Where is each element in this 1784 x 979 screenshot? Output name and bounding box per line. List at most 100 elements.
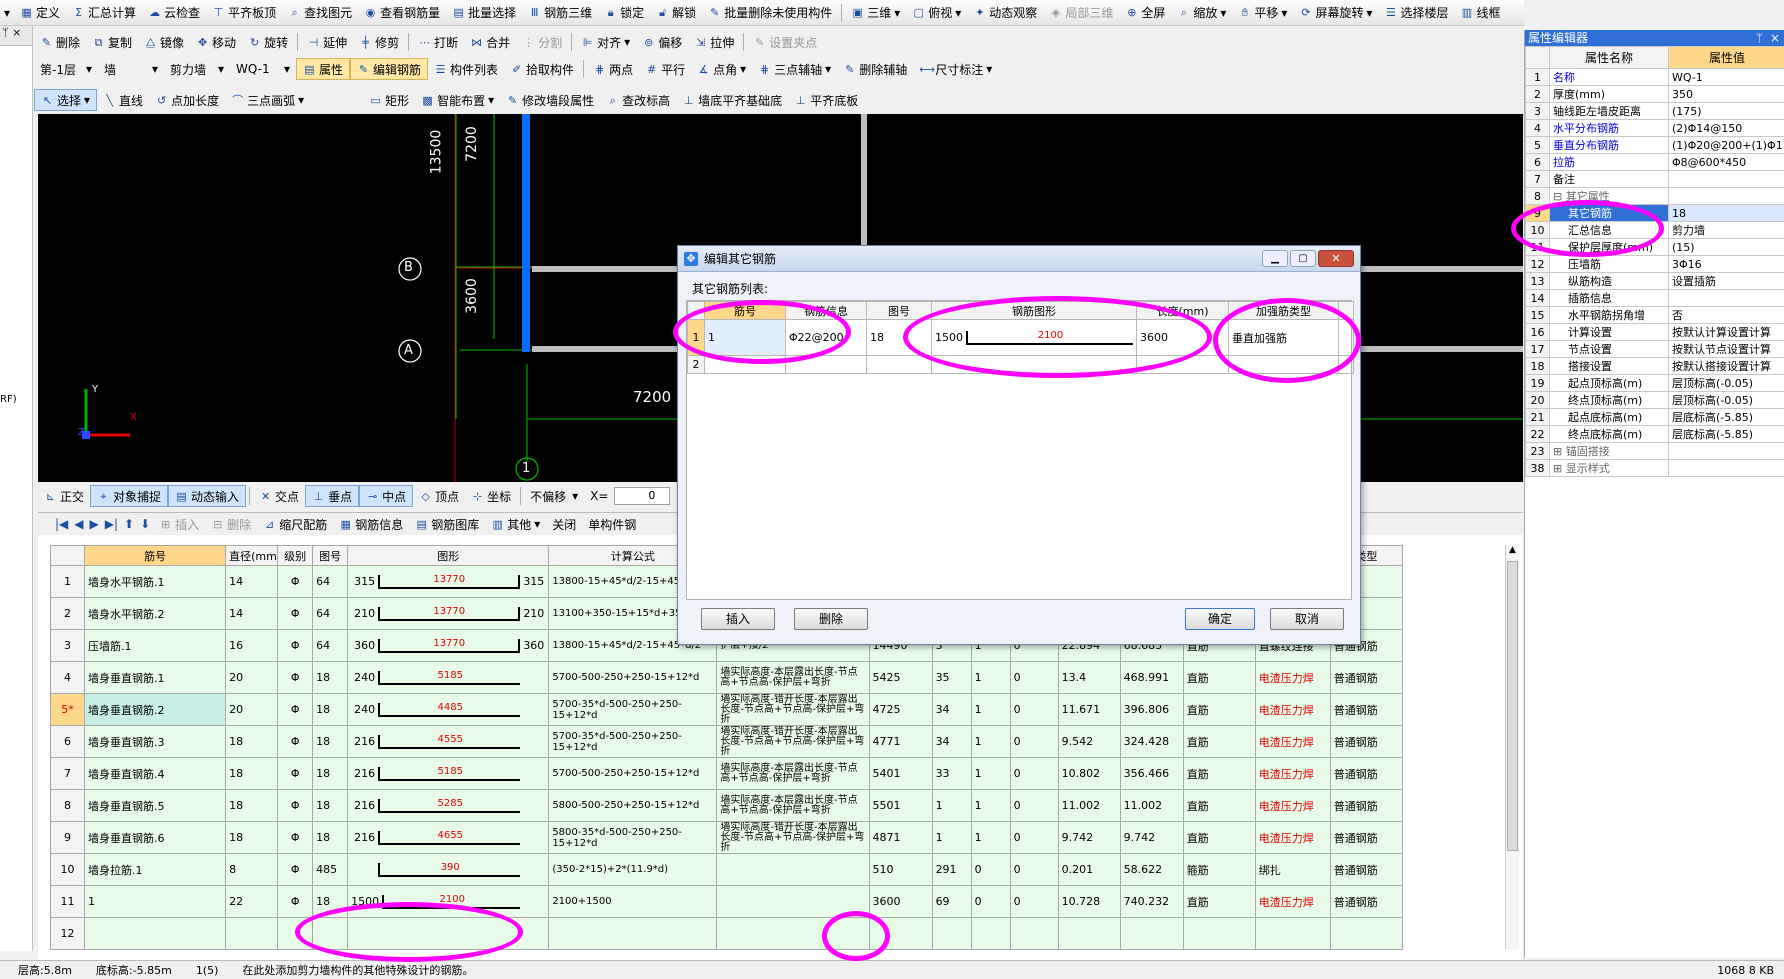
rebar-type-cell[interactable]: 普通钢筋 [1329,693,1404,726]
col-header[interactable]: 图形 [347,545,550,566]
loss-cell[interactable]: 0 [1009,661,1059,694]
align-button[interactable]: ⊫ 对齐 ▾ [575,31,636,53]
extend-button[interactable]: ⊣ 延伸 [301,31,353,53]
x-input[interactable]: 0 [614,487,671,505]
edit-rebar-button[interactable]: ✎ 编辑钢筋 [350,58,429,80]
cancel-button[interactable]: 取消 [1270,608,1344,630]
properties-button[interactable]: ▤ 属性 [296,58,351,80]
property-row[interactable]: 11 保护层厚度(mm) (15) [1525,238,1784,256]
prop-value[interactable]: 层顶标高(-0.05) [1668,374,1784,392]
joint-type-cell[interactable] [1254,917,1331,950]
maximize-button[interactable]: ▢ [1290,250,1316,267]
grade-cell[interactable]: Φ [277,789,314,822]
prop-value[interactable]: 层底标高(-5.85) [1668,408,1784,426]
diameter-cell[interactable]: 8 [225,853,279,886]
prop-value[interactable]: 层顶标高(-0.05) [1668,391,1784,409]
subtype-select[interactable]: 剪力墙 ▾ [164,58,230,80]
rebar-name-cell[interactable]: 墙身水平钢筋.2 [84,597,227,630]
property-row[interactable]: 1 名称 WQ-1 [1525,68,1784,86]
joint-type-cell[interactable]: 电渣压力焊 [1254,885,1331,918]
toolbar-dropdown[interactable]: ▾ [0,2,14,24]
table-row[interactable]: 1 1 Φ22@200 18 1500 2100 3600 垂直加强筋 [687,319,1354,356]
lock-button[interactable]: 🔒︎ 锁定 [598,2,650,24]
property-row[interactable]: 16 计算设置 按默认计算设置计算 [1525,323,1784,341]
scroll-up-arrow[interactable]: ▲ [1506,545,1519,559]
grade-cell[interactable]: Φ [277,661,314,694]
description-cell[interactable]: 墙实际高度-本层露出长度-节点高+节点高-保护层+弯折 [716,757,870,790]
table-row[interactable]: 12 [49,917,1404,950]
scale-rebar-button[interactable]: ⊿ 缩尺配筋 [257,513,333,535]
total-weight-cell[interactable]: 11.002 [1119,789,1184,822]
property-row[interactable]: 22 终点底标高(m) 层底标高(-5.85) [1525,425,1784,443]
dlg-col-header[interactable]: 钢筋图形 [931,301,1137,320]
count-cell[interactable]: 291 [931,853,972,886]
prop-value[interactable]: 18 [1668,204,1784,222]
grade-cell[interactable]: Φ [277,629,314,662]
property-row[interactable]: 4 水平分布钢筋 (2)Φ14@150 [1525,119,1784,137]
diameter-cell[interactable]: 22 [225,885,279,918]
diameter-cell[interactable]: 20 [225,661,279,694]
dlg-col-header[interactable]: 图号 [866,301,932,320]
split-button[interactable]: ⋮ 分割 [516,31,568,53]
splice-count-cell[interactable]: 1 [970,725,1011,758]
three-point-axis-button[interactable]: ⋕ 三点辅轴 ▾ [752,58,837,80]
length-cell[interactable]: 3600 [1136,319,1229,356]
figure-no-cell[interactable]: 18 [312,725,349,758]
pick-component-button[interactable]: ✐ 拾取构件 [504,58,580,80]
description-cell[interactable]: 墙实际高度-错开长度-本层露出长度-节点高+节点高-保护层+弯折 [716,725,870,758]
table-row[interactable]: 4 墙身垂直钢筋.1 20 Φ 18 240 5185 5700-500-250+250-15… [49,661,1404,694]
col-header[interactable]: 筋号 [84,545,227,566]
rebar-name-cell[interactable]: 墙身垂直钢筋.5 [84,789,227,822]
copy-button[interactable]: ⧉ 复制 [86,31,138,53]
rebar-name-cell[interactable]: 墙身垂直钢筋.1 [84,661,227,694]
cloud-check-button[interactable]: ☁ 云检查 [142,2,206,24]
unit-weight-cell[interactable]: 11.002 [1057,789,1121,822]
modify-wall-button[interactable]: ✎ 修改墙段属性 [500,89,600,111]
table-row[interactable]: 8 墙身垂直钢筋.5 18 Φ 18 216 5285 5800-500-250+250-15… [49,789,1404,822]
rebar-library-button[interactable]: ▤ 钢筋图库 [409,513,485,535]
figure-no-cell[interactable]: 64 [312,597,349,630]
define-button[interactable]: ▦ 定义 [14,2,66,24]
rebar-shape-cell[interactable]: 216 5185 [347,757,550,790]
close-icon[interactable]: × [1766,30,1784,46]
grade-cell[interactable]: Φ [277,693,314,726]
count-cell[interactable]: 69 [931,885,972,918]
prop-value[interactable]: WQ-1 [1668,68,1784,86]
formula-cell[interactable]: 5700-500-250+250-15+12*d [548,757,718,790]
joint-type-cell[interactable]: 电渣压力焊 [1254,821,1331,854]
rebar-info-cell[interactable]: Φ22@200 [785,319,867,356]
prop-value[interactable]: (15) [1668,238,1784,256]
dlg-col-header[interactable]: 钢筋信息 [785,301,867,320]
floor-select[interactable]: 第-1层 ▾ [34,58,98,80]
count-cell[interactable]: 34 [931,693,972,726]
col-header[interactable]: 直径(mm) [225,545,279,566]
prop-value[interactable]: 按默认节点设置计算 [1668,340,1784,358]
total-length-cell[interactable]: 5401 [868,757,933,790]
grid-scrollbar[interactable]: ▲ [1505,545,1519,949]
rebar-shape-cell[interactable]: 240 4485 [347,693,550,726]
count-cell[interactable] [931,917,972,950]
formula-cell[interactable]: 2100+1500 [548,885,718,918]
total-weight-cell[interactable]: 9.742 [1119,821,1184,854]
formula-cell[interactable]: 5700-500-250+250-15+12*d [548,661,718,694]
close-button[interactable]: ✕ [1318,250,1354,267]
description-cell[interactable] [716,853,870,886]
rebar-type-cell[interactable]: 普通钢筋 [1329,757,1404,790]
empty-cell[interactable] [1228,355,1339,374]
total-length-cell[interactable]: 4725 [868,693,933,726]
grade-cell[interactable] [277,917,314,950]
count-cell[interactable]: 33 [931,757,972,790]
offset-button[interactable]: ⊚ 偏移 [636,31,688,53]
unit-weight-cell[interactable]: 11.671 [1057,693,1121,726]
type-select[interactable]: 墙 ▾ [98,58,164,80]
prev-record-button[interactable]: ◀ [71,513,86,535]
property-row[interactable]: 13 纵筋构造 设置插筋 [1525,272,1784,290]
property-row[interactable]: 12 压墙筋 3Φ16 [1525,255,1784,273]
unit-weight-cell[interactable] [1057,917,1121,950]
rebar-shape-cell[interactable] [347,917,550,950]
summary-calc-button[interactable]: Σ 汇总计算 [66,2,142,24]
first-record-button[interactable]: |◀ [52,513,71,535]
figure-no-cell[interactable]: 18 [312,661,349,694]
loss-cell[interactable]: 0 [1009,885,1059,918]
property-row[interactable]: 15 水平钢筋拐角增 否 [1525,306,1784,324]
